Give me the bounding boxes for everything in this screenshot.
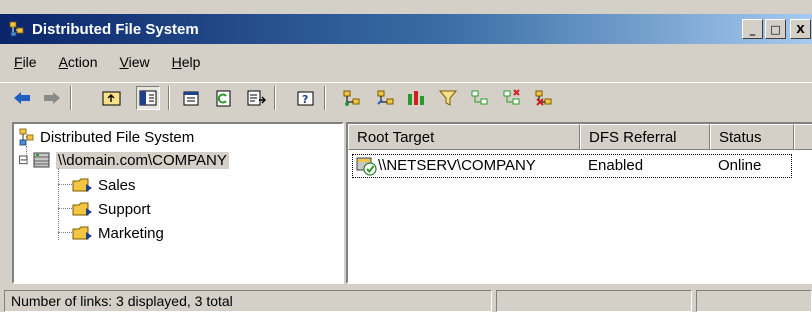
- check-status-icon[interactable]: [404, 86, 428, 110]
- menu-bar: File Action View Help: [0, 48, 812, 76]
- cell-dfs-referral: Enabled: [588, 157, 644, 174]
- column-header-dfs-referral[interactable]: DFS Referral: [580, 124, 710, 150]
- properties-icon[interactable]: [180, 86, 204, 110]
- help-icon[interactable]: ?: [294, 86, 318, 110]
- toolbar-separator: [324, 86, 326, 110]
- tree-label: Support: [98, 200, 151, 218]
- menu-help[interactable]: Help: [172, 54, 201, 70]
- new-root-target-icon[interactable]: [468, 86, 492, 110]
- tree-item-dfs-root[interactable]: Distributed File System: [18, 126, 194, 148]
- details-list-pane[interactable]: Root Target DFS Referral Status \\NETSER…: [346, 122, 812, 284]
- tree-connector: [58, 232, 72, 233]
- back-arrow-icon[interactable]: [10, 86, 34, 110]
- refresh-icon[interactable]: [212, 86, 236, 110]
- toolbar: ?: [0, 82, 812, 114]
- mmc-window: Distributed File System _ □ X File Actio…: [0, 0, 812, 312]
- tree-label: Sales: [98, 176, 136, 194]
- column-header-filler: [794, 124, 812, 150]
- tree-label: \\domain.com\COMPANY: [55, 151, 229, 169]
- close-button[interactable]: X: [790, 19, 811, 39]
- menu-help-accel: H: [171, 54, 182, 70]
- cell-root-target: \\NETSERV\COMPANY: [378, 157, 536, 174]
- console-tree-pane[interactable]: Distributed File System ⊟ \\domain.com\C…: [12, 122, 344, 284]
- title-bar[interactable]: Distributed File System _ □ X: [0, 14, 812, 44]
- forward-arrow-icon[interactable]: [40, 86, 64, 110]
- collapse-expander-icon[interactable]: ⊟: [18, 153, 29, 168]
- menu-action[interactable]: Action: [59, 54, 98, 70]
- dfs-link-folder-icon: [72, 202, 92, 216]
- server-root-icon: [33, 152, 50, 168]
- toolbar-separator: [70, 86, 72, 110]
- minimize-button[interactable]: _: [742, 19, 763, 39]
- menu-view-label: iew: [128, 54, 150, 70]
- tree-label: Distributed File System: [40, 128, 195, 146]
- toolbar-separator: [168, 86, 170, 110]
- column-header-root-target[interactable]: Root Target: [348, 124, 580, 150]
- new-root-icon[interactable]: [340, 86, 364, 110]
- menu-action-accel: A: [58, 54, 68, 70]
- tree-item-link-marketing[interactable]: Marketing: [72, 222, 164, 244]
- cell-status: Online: [718, 157, 762, 174]
- column-header-status[interactable]: Status: [710, 124, 794, 150]
- tree-item-domain-root[interactable]: ⊟ \\domain.com\COMPANY: [18, 149, 229, 171]
- window-title: Distributed File System: [32, 20, 199, 38]
- tree-connector: [58, 184, 72, 185]
- menu-action-label: ction: [67, 54, 98, 70]
- export-list-icon[interactable]: [244, 86, 268, 110]
- tree-label: Marketing: [98, 224, 164, 242]
- dfs-link-folder-icon: [72, 178, 92, 192]
- menu-file[interactable]: File: [14, 54, 37, 70]
- toolbar-separator: [274, 86, 276, 110]
- tree-connector: [58, 168, 59, 240]
- status-bar: Number of links: 3 displayed, 3 total: [0, 288, 812, 312]
- dfs-link-folder-icon: [72, 226, 92, 240]
- dfs-app-icon: [9, 21, 24, 37]
- new-link-icon[interactable]: [374, 86, 398, 110]
- menu-view-accel: V: [119, 54, 129, 70]
- status-text: Number of links: 3 displayed, 3 total: [4, 290, 492, 312]
- menu-help-label: elp: [181, 54, 201, 70]
- tree-item-link-support[interactable]: Support: [72, 198, 151, 220]
- show-hide-console-tree-icon[interactable]: [136, 86, 160, 110]
- status-panel: [496, 290, 692, 312]
- maximize-button[interactable]: □: [765, 19, 786, 39]
- filter-icon[interactable]: [436, 86, 460, 110]
- menu-file-accel: F: [14, 54, 23, 70]
- status-panel: [696, 290, 812, 312]
- root-target-online-icon: [356, 157, 377, 176]
- delete-root-target-icon[interactable]: [500, 86, 524, 110]
- svg-text:?: ?: [302, 93, 308, 106]
- tree-item-link-sales[interactable]: Sales: [72, 174, 136, 196]
- remove-link-icon[interactable]: [532, 86, 556, 110]
- dfs-icon: [19, 128, 34, 146]
- tree-connector: [58, 208, 72, 209]
- menu-file-label: ile: [22, 54, 37, 70]
- menu-view[interactable]: View: [120, 54, 150, 70]
- up-folder-icon[interactable]: [100, 86, 124, 110]
